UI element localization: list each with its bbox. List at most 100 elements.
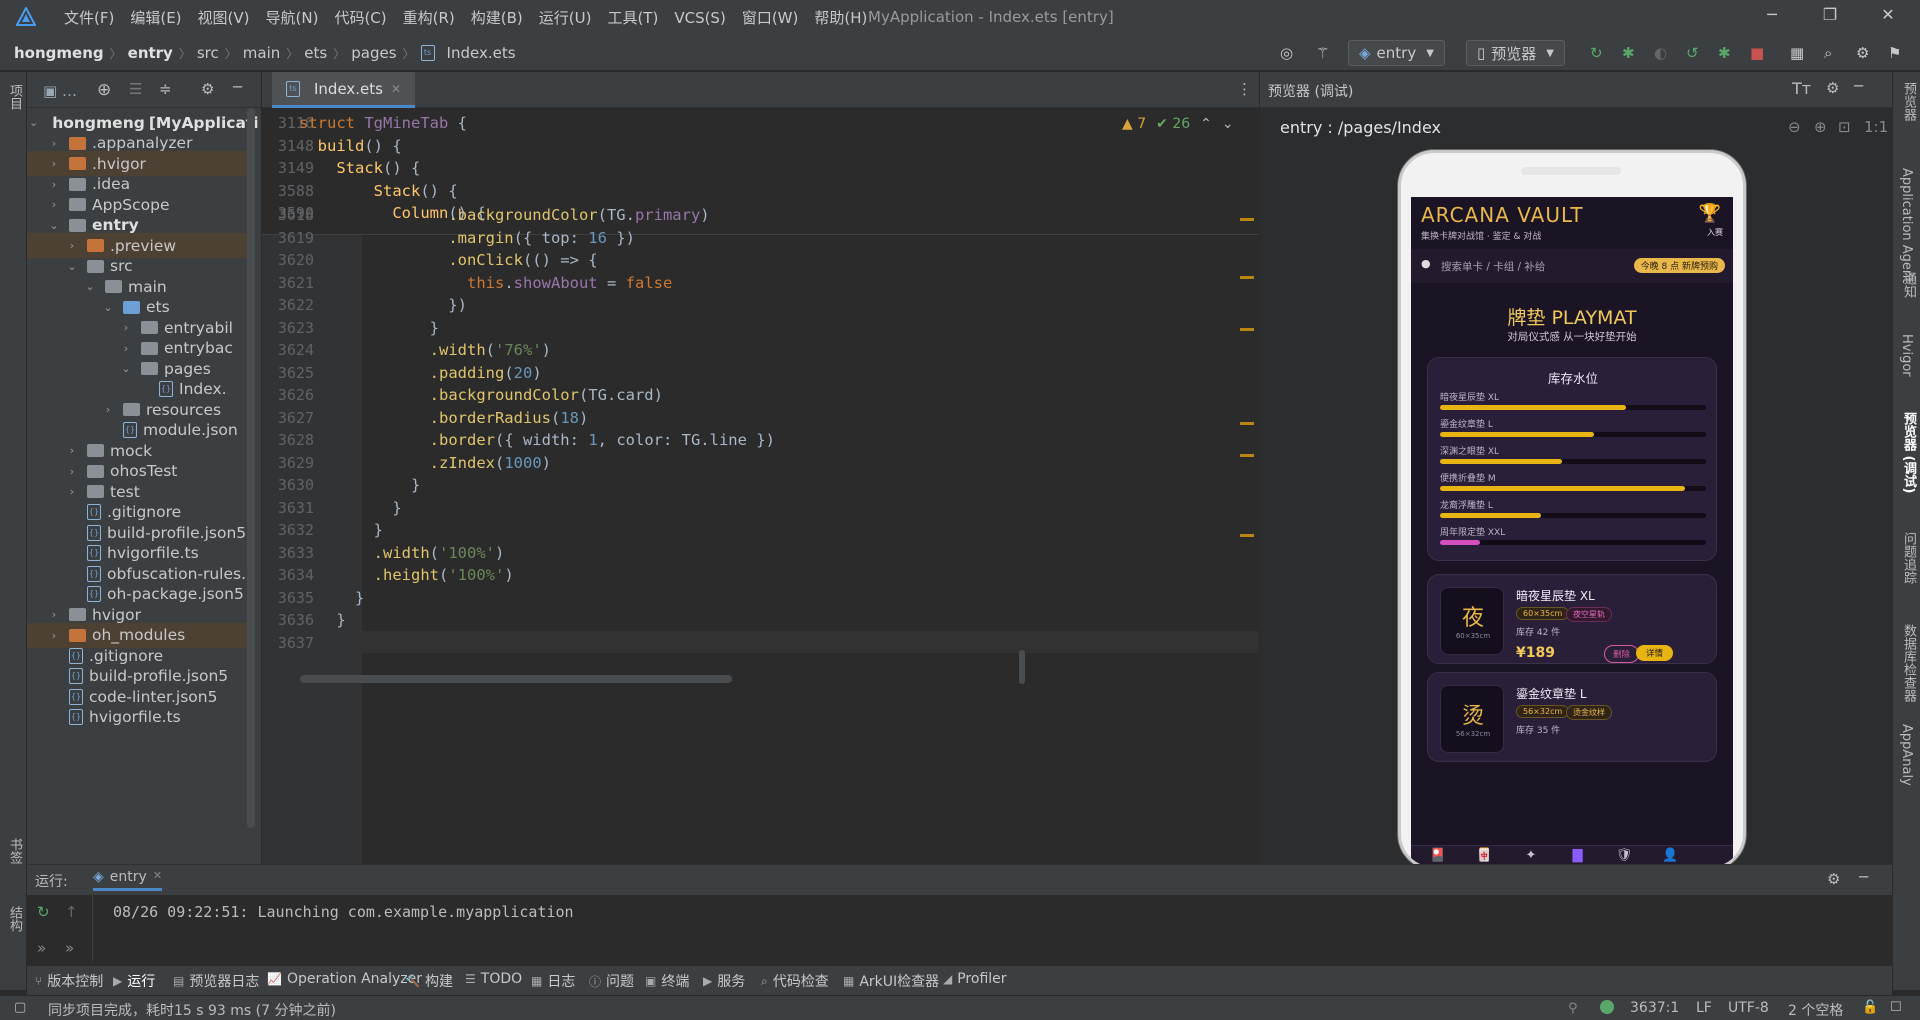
breadcrumb-hongmeng[interactable]: hongmeng [14,44,104,62]
editor-h-scrollbar[interactable] [300,675,732,683]
menu-item[interactable]: 窗口(W) [734,7,807,28]
hide-panel-icon[interactable]: ─ [1854,77,1863,95]
warning-marker[interactable] [1240,534,1254,537]
tool-window-button[interactable]: 📈 Operation Analyzer [267,971,422,987]
tab-index-ets[interactable]: ts Index.ets ✕ [272,72,416,108]
menu-item[interactable]: 构建(B) [463,7,531,28]
gear-icon[interactable]: ⚙ [1827,870,1840,888]
menu-item[interactable]: 重构(R) [395,7,463,28]
up-arrow-icon[interactable]: ↑ [65,903,78,921]
structure-tool-button[interactable]: 结构 [5,906,24,932]
right-tool-button[interactable]: 预览器 [1899,82,1918,121]
breadcrumb-main[interactable]: main [243,44,280,62]
more-icon[interactable]: » [65,939,74,957]
locate-icon[interactable]: ⊕ [97,80,111,100]
close-window-button[interactable]: ✕ [1868,5,1908,29]
tool-window-button[interactable]: ▦ 日志 [531,971,575,991]
chevron-right-icon[interactable]: › [65,465,79,478]
tool-window-button[interactable]: ▶ 服务 [703,971,745,991]
right-tool-button[interactable]: 问题追踪 [1899,532,1918,584]
expand-icon[interactable]: » [37,939,46,957]
editor-v-scrollbar[interactable] [1019,650,1025,684]
gear-icon[interactable]: ⚙ [201,80,214,98]
close-icon[interactable]: ✕ [153,869,162,885]
menu-item[interactable]: 视图(V) [190,7,258,28]
rerun-icon[interactable]: ↺ [1686,41,1699,65]
debug-icon[interactable]: ✱ [1622,41,1635,65]
product-card[interactable]: 夜 60×35cm 暗夜星辰垫 XL 60×35cm 夜空星轨 库存 42 件 … [1427,574,1717,664]
warning-marker[interactable] [1240,422,1254,425]
notifications-icon[interactable]: ☐ [1890,1000,1902,1015]
tool-window-button[interactable]: ▣ 终端 [645,971,689,991]
project-view-icon[interactable]: ▣ … [43,82,77,100]
file-encoding[interactable]: UTF-8 [1728,1000,1769,1016]
attach-debugger-icon[interactable]: ✱ [1718,41,1731,65]
run-icon[interactable]: ↻ [1590,41,1603,65]
gear-icon[interactable]: ⚙ [1826,79,1839,97]
zoom-out-icon[interactable]: ⊖ [1788,118,1801,136]
stop-icon[interactable]: ■ [1750,41,1764,65]
font-size-icon[interactable]: Tт [1792,79,1811,98]
warning-marker[interactable] [1240,454,1254,457]
chevron-down-icon[interactable]: ⌄ [47,219,61,232]
right-tool-button[interactable]: Application Agent [1899,168,1914,283]
collapse-all-icon[interactable]: ≑ [159,80,172,98]
warning-marker[interactable] [1240,276,1254,279]
delete-button[interactable]: 删除 [1604,645,1640,663]
menu-item[interactable]: 帮助(H) [806,7,875,28]
warning-marker[interactable] [1240,218,1254,221]
tool-window-button[interactable]: ▶ 运行 [113,971,155,991]
menu-item[interactable]: 文件(F) [56,7,122,28]
line-separator[interactable]: LF [1696,1000,1712,1016]
chevron-right-icon[interactable]: › [101,403,115,416]
target-icon[interactable]: ◎ [1280,41,1293,65]
chevron-right-icon[interactable]: › [119,342,133,355]
tree-item[interactable]: {} hvigorfile.ts [27,705,247,730]
chevron-right-icon[interactable]: › [47,157,61,170]
breadcrumb-src[interactable]: src [197,44,219,62]
product-card[interactable]: 烫 56×32cm 鎏金纹章垫 L 56×32cm 烫金纹样 库存 35 件 [1427,672,1717,762]
tool-window-button[interactable]: ⓘ 问题 [589,971,634,991]
memory-icon[interactable]: ⚲ [1568,1001,1578,1016]
chevron-down-icon[interactable]: ⌄ [1222,116,1234,132]
warning-marker[interactable] [1240,328,1254,331]
device-manager-icon[interactable]: ⚚ [1316,41,1329,65]
chevron-right-icon[interactable]: › [47,629,61,642]
detail-button[interactable]: 详情 [1636,645,1674,661]
right-tool-button[interactable]: 预览器 (调试) [1899,412,1918,493]
promo-badge[interactable]: 今晚 8 点 新牌预购 [1633,258,1725,273]
tool-window-button[interactable]: ▦ ArkUI检查器 [843,971,939,991]
menu-item[interactable]: 代码(C) [326,7,394,28]
project-structure-icon[interactable]: ▦ [1790,41,1804,65]
search-icon[interactable]: ⌕ [1824,41,1832,65]
chevron-down-icon[interactable]: ⌄ [65,260,79,273]
minimize-button[interactable]: ─ [1752,5,1792,29]
tool-window-button[interactable]: ▤ 预览器日志 [173,971,259,991]
chevron-down-icon[interactable]: ⌄ [101,301,115,314]
fit-icon[interactable]: ⊡ [1838,118,1851,136]
hide-panel-icon[interactable]: ─ [233,78,242,96]
chevron-up-icon[interactable]: ⌃ [1200,116,1212,132]
breadcrumb-pages[interactable]: pages [351,44,396,62]
lock-icon[interactable]: 🔓 [1862,1000,1878,1015]
right-tool-button[interactable]: Hvigor [1899,334,1914,377]
zoom-in-icon[interactable]: ⊕ [1814,118,1827,136]
maximize-button[interactable]: ❐ [1810,5,1850,29]
status-message[interactable]: 同步项目完成，耗时15 s 93 ms (7 分钟之前) [48,1000,336,1020]
menu-item[interactable]: 工具(T) [599,7,666,28]
right-tool-button[interactable]: 数据库检查器 [1899,624,1918,702]
chevron-right-icon[interactable]: › [119,321,133,334]
more-icon[interactable]: ⋮ [1237,80,1252,98]
breadcrumb-entry[interactable]: entry [128,44,173,62]
inspection-widget[interactable]: ▲ 7 ✔ 26 ⌃ ⌄ [1122,116,1234,132]
tool-window-button[interactable]: ◢ Profiler [943,971,1007,987]
right-tool-button[interactable]: AppAnaly [1899,724,1914,786]
panel-toggle-icon[interactable]: ▢ [14,1000,26,1015]
trophy-icon[interactable]: 🏆 [1699,203,1721,224]
chevron-right-icon[interactable]: › [65,239,79,252]
chevron-right-icon[interactable]: › [47,198,61,211]
menu-item[interactable]: 导航(N) [258,7,327,28]
expand-all-icon[interactable]: ☰ [129,80,142,98]
profile-icon[interactable]: ◐ [1654,41,1667,65]
cursor-position[interactable]: 3637:1 [1630,1000,1679,1016]
